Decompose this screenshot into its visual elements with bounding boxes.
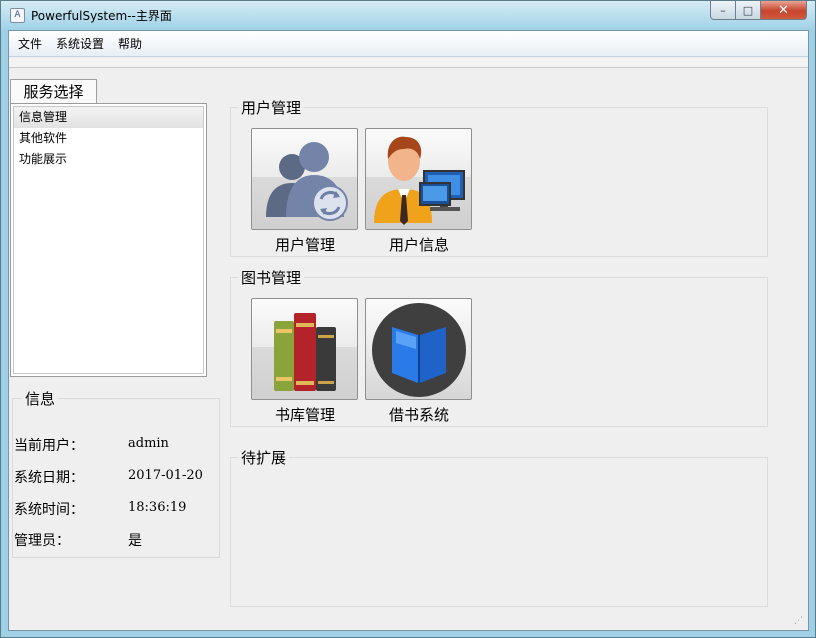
current-user-value: admin (128, 436, 169, 451)
user-management-group-title: 用户管理 (238, 97, 305, 118)
toolbar-strip (9, 58, 808, 68)
menu-help[interactable]: 帮助 (111, 31, 149, 57)
user-management-button[interactable] (251, 128, 358, 230)
window-controls: – □ ✕ (710, 1, 807, 21)
borrow-system-button[interactable] (365, 298, 472, 400)
borrow-system-label: 借书系统 (388, 406, 449, 424)
client-area: 文件 系统设置 帮助 服务选择 信息管理 其他软件 功能展示 信息 当前用户： … (8, 30, 809, 631)
system-time-value: 18:36:19 (128, 500, 187, 515)
minimize-button[interactable]: – (710, 1, 736, 20)
main-window: A PowerfulSystem--主界面 – □ ✕ 文件 系统设置 帮助 服… (0, 0, 816, 638)
info-panel-title: 信息 (22, 388, 59, 409)
user-computer-icon (366, 136, 471, 229)
app-icon: A (10, 8, 25, 23)
library-management-label: 书库管理 (274, 406, 335, 424)
pending-extension-group-title: 待扩展 (238, 447, 290, 468)
current-user-label: 当前用户： (14, 438, 84, 454)
pending-extension-group: 待扩展 (230, 447, 768, 607)
info-panel: 信息 当前用户： admin 系统日期： 2017-01-20 系统时间： 18… (12, 388, 220, 558)
tab-service-select[interactable]: 服务选择 (10, 79, 97, 104)
close-button[interactable]: ✕ (761, 1, 807, 20)
book-stack-icon (252, 313, 357, 399)
system-date-label: 系统日期： (14, 470, 84, 486)
list-item-info-management[interactable]: 信息管理 (14, 107, 203, 128)
service-list: 信息管理 其他软件 功能展示 (10, 103, 207, 377)
resize-grip-icon[interactable]: ⋰ (794, 616, 806, 628)
admin-value: 是 (128, 533, 142, 549)
list-item-other-software[interactable]: 其他软件 (14, 128, 203, 149)
system-date-value: 2017-01-20 (128, 468, 203, 483)
user-info-button[interactable] (365, 128, 472, 230)
admin-label: 管理员： (14, 533, 70, 549)
book-management-group: 图书管理 书库管理 借书系统 (230, 267, 768, 427)
user-group-refresh-icon (252, 142, 357, 229)
library-management-button[interactable] (251, 298, 358, 400)
title-bar[interactable]: A PowerfulSystem--主界面 – □ ✕ (1, 1, 815, 30)
menu-bar: 文件 系统设置 帮助 (9, 31, 808, 57)
system-time-label: 系统时间： (14, 502, 84, 518)
book-management-group-title: 图书管理 (238, 267, 305, 288)
user-management-label: 用户管理 (274, 236, 335, 254)
window-title: PowerfulSystem--主界面 (31, 9, 172, 23)
maximize-button[interactable]: □ (736, 1, 761, 20)
user-management-group: 用户管理 用户管理 用户信息 (230, 97, 768, 257)
menu-system-settings[interactable]: 系统设置 (49, 31, 111, 57)
user-info-label: 用户信息 (388, 236, 449, 254)
open-book-icon (372, 303, 466, 397)
menu-file[interactable]: 文件 (11, 31, 49, 57)
list-item-feature-display[interactable]: 功能展示 (14, 149, 203, 170)
